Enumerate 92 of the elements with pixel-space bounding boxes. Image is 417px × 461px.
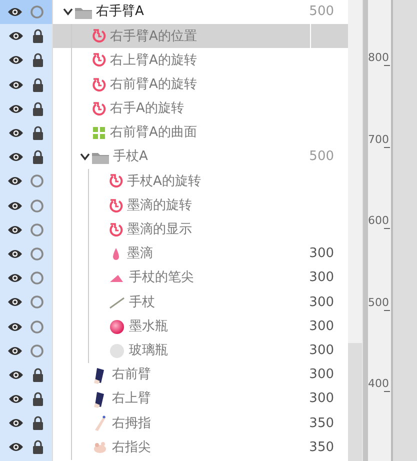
hand-icon (92, 439, 108, 456)
lock-icon[interactable] (32, 126, 44, 140)
grid-icon (92, 126, 106, 140)
layer-value: 300 (309, 318, 334, 336)
folder-icon (75, 6, 92, 19)
layer-name[interactable]: 右上臂 (112, 389, 151, 409)
layer-name[interactable]: 右上臂A的旋转 (110, 50, 197, 70)
caret-icon[interactable] (80, 153, 90, 162)
layer-value: 350 (309, 414, 334, 433)
ruler-label: 500 (368, 296, 389, 308)
layer-value: 300 (309, 342, 334, 360)
timer-icon (92, 53, 106, 68)
timer-icon (92, 78, 106, 92)
layer-name[interactable]: 右手臂A (96, 2, 144, 22)
circle-icon[interactable] (30, 271, 44, 286)
eye-icon[interactable] (8, 394, 22, 404)
eye-icon[interactable] (8, 128, 22, 138)
eye-icon[interactable] (8, 442, 22, 452)
layer-name[interactable]: 右前臂A的曲面 (110, 123, 197, 143)
folder-icon (92, 150, 109, 164)
layer-value: 300 (309, 294, 334, 312)
ruler-label: 400 (368, 378, 389, 389)
layer-name[interactable]: 右手A的旋转 (110, 99, 184, 119)
caret-icon[interactable] (63, 8, 73, 16)
eye-icon[interactable] (8, 224, 22, 235)
layer-name[interactable]: 手杖 (129, 292, 155, 312)
eye-icon[interactable] (8, 248, 22, 259)
layer-name[interactable]: 右拇指 (112, 414, 151, 434)
layer-name[interactable]: 墨滴的旋转 (127, 196, 192, 216)
layer-value: 500 (309, 148, 334, 166)
eye-icon[interactable] (8, 31, 22, 42)
layer-name[interactable]: 手杖A (113, 147, 148, 167)
lock-icon[interactable] (32, 102, 44, 116)
eye-icon[interactable] (8, 152, 22, 162)
layer-name[interactable]: 右手臂A的位置 (110, 26, 197, 46)
ruler-label: 800 (368, 52, 389, 63)
layer-name[interactable]: 墨滴的显示 (127, 220, 192, 240)
lock-icon[interactable] (32, 440, 44, 454)
layer-value: 300 (309, 245, 334, 264)
eye-icon[interactable] (8, 346, 22, 356)
lock-icon[interactable] (32, 392, 44, 406)
circle-icon[interactable] (30, 198, 44, 213)
layer-name[interactable]: 右前臂A的旋转 (110, 74, 197, 94)
eye-icon[interactable] (8, 418, 22, 428)
timer-icon (109, 174, 123, 188)
eye-icon[interactable] (8, 273, 22, 284)
layer-value: 300 (309, 390, 334, 408)
layer-value: 350 (309, 438, 334, 457)
scrollbar-thumb[interactable] (348, 0, 362, 343)
ruler-label: 700 (368, 134, 389, 144)
lock-icon[interactable] (32, 29, 44, 44)
lock-icon[interactable] (32, 416, 44, 430)
lock-icon[interactable] (32, 150, 44, 164)
lock-icon[interactable] (32, 368, 44, 382)
current-row-highlight[interactable] (0, 0, 52, 24)
ball-icon (109, 318, 125, 335)
layer-value: 300 (309, 366, 334, 384)
circle-icon[interactable] (30, 222, 44, 237)
eye-icon[interactable] (8, 176, 22, 186)
circle-icon[interactable] (30, 295, 44, 310)
eye-icon[interactable] (8, 80, 22, 90)
circle-icon (109, 342, 125, 359)
selected-row-highlight[interactable]: 右手臂A的位置 (53, 24, 348, 48)
layer-name[interactable]: 右指尖 (112, 438, 151, 458)
stick-icon (109, 295, 125, 310)
layer-value: 500 (309, 3, 334, 22)
layer-name[interactable]: 手杖A的旋转 (127, 172, 201, 192)
eye-icon[interactable] (8, 322, 22, 332)
circle-icon[interactable] (30, 246, 44, 261)
layer-name[interactable]: 右前臂 (112, 365, 151, 385)
timer-icon (109, 222, 123, 237)
layer-name[interactable]: 手杖的笔尖 (129, 268, 194, 288)
timer-icon (92, 29, 106, 44)
circle-icon[interactable] (30, 174, 44, 188)
finger-icon (92, 414, 108, 432)
lock-icon[interactable] (32, 53, 44, 68)
eye-icon[interactable] (8, 200, 22, 211)
eye-icon[interactable] (8, 55, 22, 66)
layer-name[interactable]: 墨滴 (127, 244, 153, 264)
eye-icon[interactable] (8, 104, 22, 114)
ruler-label: 600 (368, 215, 389, 226)
timer-icon (92, 102, 106, 116)
circle-icon[interactable] (30, 344, 44, 358)
circle-icon[interactable] (30, 320, 44, 334)
layer-name[interactable]: 玻璃瓶 (129, 340, 168, 360)
eye-icon[interactable] (8, 7, 22, 18)
layer-value: 300 (309, 269, 334, 288)
layer-name[interactable]: 墨水瓶 (129, 316, 168, 336)
eye-icon[interactable] (8, 297, 22, 308)
lock-icon[interactable] (32, 78, 44, 92)
eye-icon[interactable] (8, 370, 22, 380)
timer-icon (109, 198, 123, 213)
